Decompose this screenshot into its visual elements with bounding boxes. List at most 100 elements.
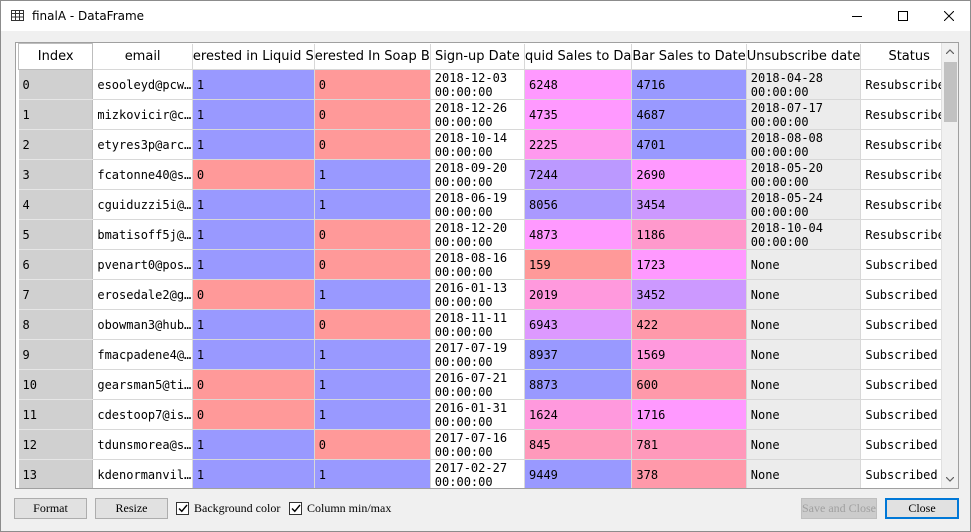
bar-sales-cell[interactable]: 3454	[631, 189, 747, 220]
signup-date-cell[interactable]: 2016-07-21 00:00:00	[430, 369, 526, 400]
soap-interest-cell[interactable]: 0	[314, 219, 431, 250]
signup-date-cell[interactable]: 2016-01-13 00:00:00	[430, 279, 526, 310]
unsubscribe-date-cell[interactable]: 2018-05-20 00:00:00	[746, 159, 862, 190]
column-header-soap-interest[interactable]: erested In Soap B	[314, 43, 431, 70]
soap-interest-cell[interactable]: 1	[314, 399, 431, 430]
row-index-cell[interactable]: 12	[18, 429, 94, 460]
save-and-close-button[interactable]: Save and Close	[801, 498, 877, 519]
minimize-button[interactable]	[834, 1, 880, 31]
soap-interest-cell[interactable]: 1	[314, 279, 431, 310]
liquid-sales-cell[interactable]: 1624	[524, 399, 633, 430]
signup-date-cell[interactable]: 2017-02-27 00:00:00	[430, 459, 526, 488]
email-cell[interactable]: obowman3@hub…	[92, 309, 193, 340]
bar-sales-cell[interactable]: 378	[631, 459, 747, 488]
soap-interest-cell[interactable]: 1	[314, 369, 431, 400]
bar-sales-cell[interactable]: 1186	[631, 219, 747, 250]
column-header-liquid-sales[interactable]: quid Sales to Da	[524, 43, 633, 70]
liquid-sales-cell[interactable]: 6943	[524, 309, 633, 340]
bar-sales-cell[interactable]: 422	[631, 309, 747, 340]
table-row[interactable]: 12 tdunsmorea@s… 1 0 2017-07-16 00:00:00 845 78…	[18, 429, 958, 460]
liquid-interest-cell[interactable]: 0	[192, 159, 315, 190]
column-header-bar-sales[interactable]: Bar Sales to Date	[631, 43, 747, 70]
table-row[interactable]: 7 erosedale2@g… 0 1 2016-01-13 00:00:00 2019 34…	[18, 279, 958, 310]
background-color-checkbox[interactable]: Background color	[176, 501, 280, 516]
liquid-interest-cell[interactable]: 1	[192, 459, 315, 488]
soap-interest-cell[interactable]: 0	[314, 69, 431, 100]
close-window-button[interactable]	[926, 1, 971, 31]
table-row[interactable]: 2 etyres3p@arc… 1 0 2018-10-14 00:00:00 2225 47…	[18, 129, 958, 160]
unsubscribe-date-cell[interactable]: None	[746, 399, 862, 430]
row-index-cell[interactable]: 13	[18, 459, 94, 488]
liquid-sales-cell[interactable]: 2019	[524, 279, 633, 310]
row-index-cell[interactable]: 11	[18, 399, 94, 430]
email-cell[interactable]: mizkovicir@c…	[92, 99, 193, 130]
liquid-sales-cell[interactable]: 4735	[524, 99, 633, 130]
email-cell[interactable]: kdenormanvil…	[92, 459, 193, 488]
column-header-signup-date[interactable]: Sign-up Date	[430, 43, 526, 70]
table-row[interactable]: 13 kdenormanvil… 1 1 2017-02-27 00:00:00 9449 3…	[18, 459, 958, 488]
table-row[interactable]: 9 fmacpadene4@… 1 1 2017-07-19 00:00:00 8937 15…	[18, 339, 958, 370]
bar-sales-cell[interactable]: 781	[631, 429, 747, 460]
format-button[interactable]: Format	[14, 498, 87, 519]
liquid-interest-cell[interactable]: 1	[192, 219, 315, 250]
email-cell[interactable]: tdunsmorea@s…	[92, 429, 193, 460]
soap-interest-cell[interactable]: 0	[314, 429, 431, 460]
row-index-cell[interactable]: 0	[18, 69, 94, 100]
liquid-interest-cell[interactable]: 1	[192, 249, 315, 280]
row-index-cell[interactable]: 9	[18, 339, 94, 370]
liquid-sales-cell[interactable]: 845	[524, 429, 633, 460]
liquid-sales-cell[interactable]: 7244	[524, 159, 633, 190]
soap-interest-cell[interactable]: 1	[314, 339, 431, 370]
row-index-cell[interactable]: 8	[18, 309, 94, 340]
bar-sales-cell[interactable]: 4701	[631, 129, 747, 160]
table-row[interactable]: 6 pvenart0@pos… 1 0 2018-08-16 00:00:00 159 172…	[18, 249, 958, 280]
liquid-interest-cell[interactable]: 1	[192, 99, 315, 130]
email-cell[interactable]: cdestoop7@is…	[92, 399, 193, 430]
email-cell[interactable]: etyres3p@arc…	[92, 129, 193, 160]
table-row[interactable]: 5 bmatisoff5j@… 1 0 2018-12-20 00:00:00 4873 11…	[18, 219, 958, 250]
row-index-cell[interactable]: 6	[18, 249, 94, 280]
unsubscribe-date-cell[interactable]: None	[746, 369, 862, 400]
unsubscribe-date-cell[interactable]: 2018-10-04 00:00:00	[746, 219, 862, 250]
table-row[interactable]: 11 cdestoop7@is… 0 1 2016-01-31 00:00:00 1624 1…	[18, 399, 958, 430]
maximize-button[interactable]	[880, 1, 926, 31]
dataframe-grid[interactable]: Index email erested in Liquid S erested …	[15, 42, 959, 489]
email-cell[interactable]: gearsman5@ti…	[92, 369, 193, 400]
email-cell[interactable]: bmatisoff5j@…	[92, 219, 193, 250]
liquid-sales-cell[interactable]: 2225	[524, 129, 633, 160]
bar-sales-cell[interactable]: 4687	[631, 99, 747, 130]
column-header-liquid-interest[interactable]: erested in Liquid S	[192, 43, 315, 70]
vertical-scrollbar[interactable]	[941, 43, 958, 488]
unsubscribe-date-cell[interactable]: None	[746, 309, 862, 340]
liquid-sales-cell[interactable]: 4873	[524, 219, 633, 250]
signup-date-cell[interactable]: 2018-08-16 00:00:00	[430, 249, 526, 280]
row-index-cell[interactable]: 3	[18, 159, 94, 190]
row-index-cell[interactable]: 1	[18, 99, 94, 130]
unsubscribe-date-cell[interactable]: 2018-07-17 00:00:00	[746, 99, 862, 130]
table-row[interactable]: 4 cguiduzzi5i@… 1 1 2018-06-19 00:00:00 8056 34…	[18, 189, 958, 220]
liquid-sales-cell[interactable]: 159	[524, 249, 633, 280]
soap-interest-cell[interactable]: 0	[314, 99, 431, 130]
column-header-email[interactable]: email	[92, 43, 193, 70]
liquid-interest-cell[interactable]: 1	[192, 129, 315, 160]
signup-date-cell[interactable]: 2018-11-11 00:00:00	[430, 309, 526, 340]
signup-date-cell[interactable]: 2018-06-19 00:00:00	[430, 189, 526, 220]
signup-date-cell[interactable]: 2018-12-26 00:00:00	[430, 99, 526, 130]
row-index-cell[interactable]: 2	[18, 129, 94, 160]
soap-interest-cell[interactable]: 0	[314, 309, 431, 340]
row-index-cell[interactable]: 5	[18, 219, 94, 250]
signup-date-cell[interactable]: 2016-01-31 00:00:00	[430, 399, 526, 430]
email-cell[interactable]: erosedale2@g…	[92, 279, 193, 310]
liquid-sales-cell[interactable]: 8873	[524, 369, 633, 400]
liquid-interest-cell[interactable]: 0	[192, 399, 315, 430]
soap-interest-cell[interactable]: 0	[314, 249, 431, 280]
row-index-cell[interactable]: 10	[18, 369, 94, 400]
bar-sales-cell[interactable]: 1723	[631, 249, 747, 280]
table-row[interactable]: 8 obowman3@hub… 1 0 2018-11-11 00:00:00 6943 42…	[18, 309, 958, 340]
row-index-cell[interactable]: 4	[18, 189, 94, 220]
close-button[interactable]: Close	[885, 498, 959, 519]
table-row[interactable]: 10 gearsman5@ti… 0 1 2016-07-21 00:00:00 8873 6…	[18, 369, 958, 400]
signup-date-cell[interactable]: 2018-12-03 00:00:00	[430, 69, 526, 100]
bar-sales-cell[interactable]: 4716	[631, 69, 747, 100]
soap-interest-cell[interactable]: 1	[314, 459, 431, 488]
